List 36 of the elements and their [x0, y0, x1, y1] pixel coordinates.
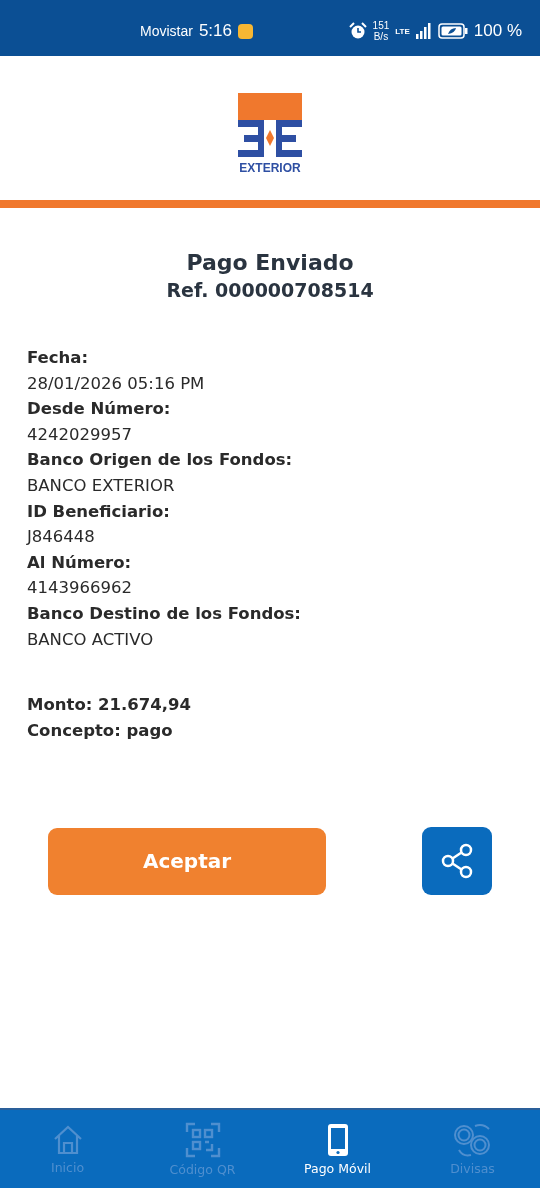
field-label: Banco Destino de los Fondos: [27, 602, 302, 625]
field-label: Fecha: [27, 347, 90, 369]
battery-level: 100 % [473, 21, 522, 41]
receipt-title: Pago Enviado [185, 250, 355, 275]
field-label: ID Beneficiario: [27, 500, 171, 523]
field-label: Desde Número: [27, 398, 172, 421]
network-type: LTE [395, 26, 410, 36]
qr-code-icon [184, 1121, 221, 1158]
field-value: BANCO ACTIVO [27, 628, 155, 651]
signal-icon [415, 23, 432, 39]
phone-icon [326, 1122, 349, 1157]
share-button[interactable] [422, 827, 492, 896]
reference-number: Ref. 000000708514 [165, 279, 375, 301]
clock: 5:16 [198, 21, 232, 41]
alarm-icon [348, 22, 367, 40]
field-label: Al Número: [27, 551, 133, 574]
logo-mark-icon [238, 93, 302, 157]
field-value: 4143966962 [27, 577, 133, 600]
nav-tab[interactable]: Pago Móvil [270, 1110, 405, 1188]
field-value: 28/01/2026 05:16 PM [27, 372, 206, 395]
nav-tab[interactable]: Código QR [135, 1110, 270, 1188]
notification-icon [238, 23, 253, 39]
speed-unit: B/s [373, 31, 389, 42]
nav-tab[interactable]: Divisas [405, 1110, 540, 1188]
summary-line: Concepto: pago [27, 719, 174, 742]
field-label: Banco Origen de los Fondos: [27, 449, 294, 472]
field-value: J846448 [27, 526, 96, 549]
nav-tab[interactable]: Inicio [0, 1110, 135, 1188]
field-value: BANCO EXTERIOR [27, 474, 176, 497]
field-value: 4242029957 [27, 423, 133, 446]
battery-icon [437, 23, 468, 39]
speed-value: 151 [372, 20, 390, 31]
accept-button[interactable]: Aceptar [48, 827, 326, 895]
logo-wordmark: EXTERIOR [239, 161, 301, 175]
summary-line: Monto: 21.674,94 [27, 694, 192, 717]
carrier-name: Movistar [140, 23, 193, 39]
